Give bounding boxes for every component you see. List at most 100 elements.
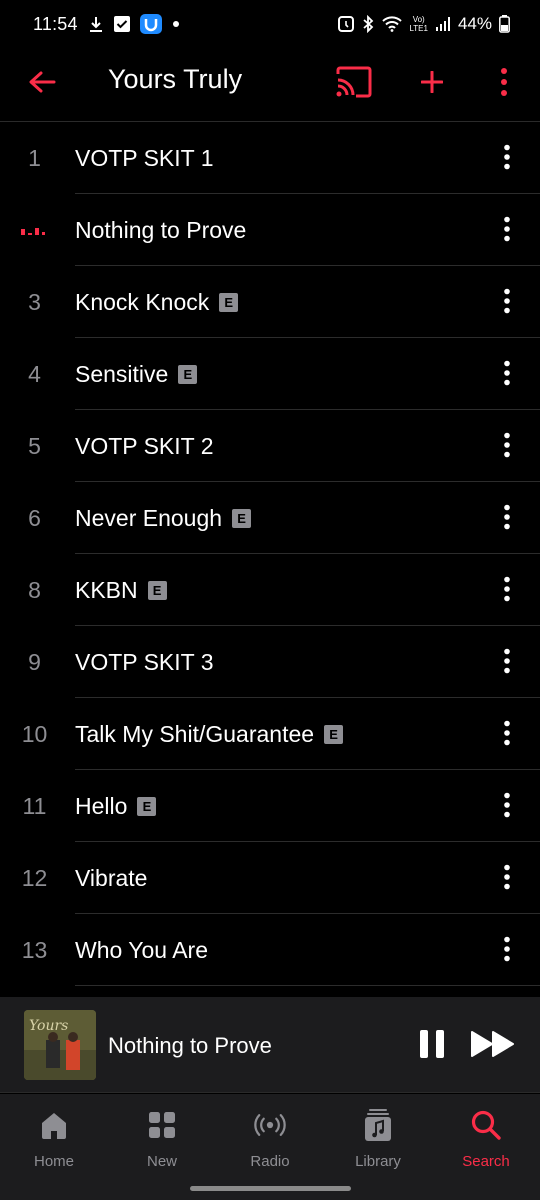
next-track-button[interactable] (470, 1029, 516, 1059)
vertical-ellipsis-icon (504, 936, 510, 962)
track-row[interactable]: 3 Knock Knock E (0, 266, 540, 338)
explicit-badge: E (178, 364, 198, 384)
track-number: 3 (28, 288, 41, 315)
alarm-icon (338, 15, 355, 33)
tab-radio[interactable]: Radio (216, 1094, 324, 1200)
track-title-text: Talk My Shit/Guarantee (75, 720, 315, 747)
track-row[interactable]: 13 Who You Are (0, 914, 540, 986)
track-row[interactable]: 9 VOTP SKIT 3 (0, 626, 540, 698)
app-notification-icon (139, 14, 162, 34)
track-title: VOTP SKIT 3 (75, 649, 213, 676)
home-indicator[interactable] (190, 1186, 351, 1191)
add-button[interactable] (418, 65, 446, 99)
track-row[interactable]: 5 VOTP SKIT 2 (0, 410, 540, 482)
pause-button[interactable] (418, 1027, 446, 1061)
track-number: 13 (21, 936, 48, 963)
mini-player[interactable]: Yours Nothing to Prove (0, 997, 540, 1093)
track-row[interactable]: Nothing to Prove (0, 194, 540, 266)
wifi-icon (382, 16, 403, 32)
track-number: 10 (21, 720, 48, 747)
track-title: VOTP SKIT 2 (75, 433, 213, 460)
lte-label: LTE1 (409, 24, 428, 33)
track-row[interactable]: 12 Vibrate (0, 842, 540, 914)
track-row[interactable]: 1 VOTP SKIT 1 (0, 122, 540, 194)
track-title: Hello E (75, 792, 157, 820)
checkbox-notification-icon (113, 16, 130, 32)
track-row[interactable]: 11 Hello E (0, 770, 540, 842)
track-number: 12 (21, 864, 48, 891)
track-title: Vibrate (75, 865, 147, 892)
track-more-button[interactable] (500, 718, 514, 748)
album-art-image: Yours (24, 1010, 96, 1080)
back-button[interactable] (26, 66, 58, 98)
track-more-button[interactable] (500, 358, 514, 388)
track-title: Who You Are (75, 937, 208, 964)
fast-forward-icon (471, 1031, 514, 1057)
track-title-text: VOTP SKIT 1 (75, 144, 214, 171)
artwork-text: Yours (29, 1018, 68, 1034)
signal-icon (435, 16, 451, 32)
pause-icon (420, 1030, 444, 1058)
search-icon (469, 1108, 503, 1142)
vertical-ellipsis-icon (504, 288, 510, 314)
vertical-ellipsis-icon (504, 360, 510, 386)
cast-button[interactable] (335, 64, 373, 100)
track-more-button[interactable] (500, 286, 514, 316)
row-divider (75, 985, 540, 986)
track-number: 11 (22, 792, 47, 819)
track-row[interactable]: 10 Talk My Shit/Guarantee E (0, 698, 540, 770)
track-title: Sensitive E (75, 360, 198, 388)
track-row[interactable]: 4 Sensitive E (0, 338, 540, 410)
tab-search[interactable]: Search (432, 1094, 540, 1200)
tab-label: Home (33, 1153, 74, 1170)
track-title-text: Nothing to Prove (75, 216, 247, 243)
track-number: 4 (28, 360, 41, 387)
tab-library[interactable]: Library (324, 1094, 432, 1200)
track-more-button[interactable] (500, 502, 514, 532)
grid-icon (145, 1108, 179, 1142)
track-more-button[interactable] (500, 574, 514, 604)
vertical-ellipsis-icon (504, 432, 510, 458)
track-title: Never Enough E (75, 504, 252, 532)
tab-bar: Home New Radio Library Search (0, 1094, 540, 1200)
back-arrow-icon (29, 71, 56, 93)
vertical-ellipsis-icon (504, 720, 510, 746)
tab-home[interactable]: Home (0, 1094, 108, 1200)
explicit-badge: E (324, 724, 344, 744)
track-row[interactable]: 6 Never Enough E (0, 482, 540, 554)
track-number: 8 (28, 576, 41, 603)
album-header: Yours Truly (0, 48, 540, 122)
explicit-badge: E (219, 292, 239, 312)
track-more-button[interactable] (500, 142, 514, 172)
track-number: 9 (28, 648, 41, 675)
track-more-button[interactable] (500, 934, 514, 964)
track-title-text: Sensitive (75, 360, 169, 387)
vertical-ellipsis-icon (504, 864, 510, 890)
track-title: Nothing to Prove (75, 217, 246, 244)
track-title-text: VOTP SKIT 2 (75, 432, 214, 459)
track-title-text: Never Enough (75, 504, 223, 531)
album-artwork[interactable]: Yours (24, 1010, 96, 1080)
track-number: 6 (28, 504, 41, 531)
header-more-button[interactable] (494, 64, 514, 100)
track-more-button[interactable] (500, 430, 514, 460)
track-title: Knock Knock E (75, 288, 239, 316)
track-title-text: Hello (75, 792, 128, 819)
now-playing-title[interactable]: Nothing to Prove (108, 1033, 272, 1059)
tab-label: New (146, 1153, 177, 1170)
track-more-button[interactable] (500, 790, 514, 820)
cast-icon (336, 66, 372, 98)
battery-icon (499, 15, 510, 33)
track-row[interactable]: 8 KKBN E (0, 554, 540, 626)
track-more-button[interactable] (500, 862, 514, 892)
track-title-text: Knock Knock (75, 288, 210, 315)
vertical-ellipsis-icon (504, 576, 510, 602)
vertical-ellipsis-icon (504, 792, 510, 818)
track-more-button[interactable] (500, 646, 514, 676)
tab-new[interactable]: New (108, 1094, 216, 1200)
explicit-badge: E (137, 796, 157, 816)
volte-icon: Vo) LTE1 (409, 15, 428, 33)
vertical-ellipsis-icon (504, 648, 510, 674)
track-title-text: KKBN (75, 576, 138, 603)
track-more-button[interactable] (500, 214, 514, 244)
